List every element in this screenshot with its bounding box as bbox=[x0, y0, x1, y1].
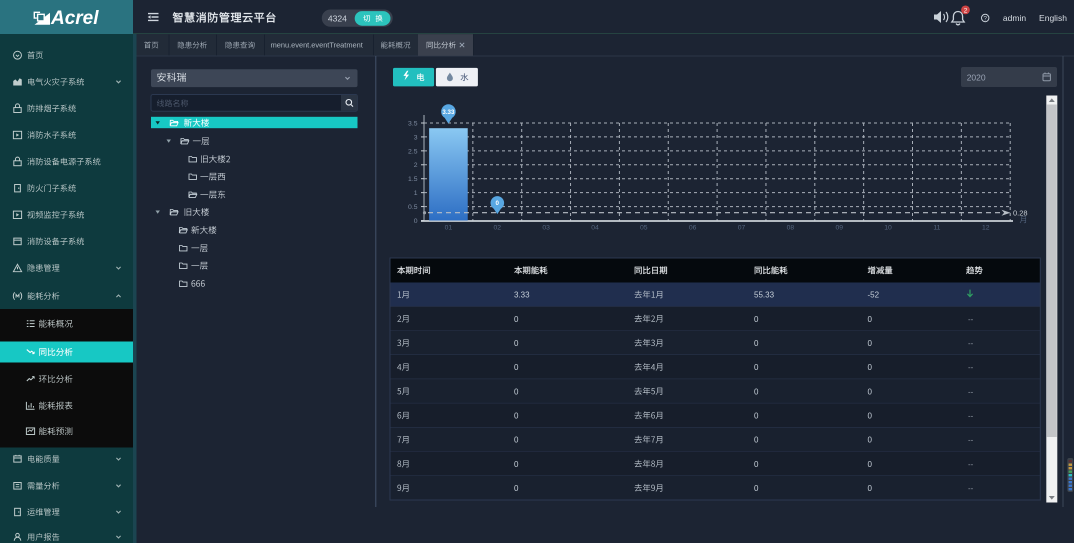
svg-text:1: 1 bbox=[414, 190, 418, 197]
svg-text:--: -- bbox=[968, 460, 974, 469]
svg-text:3.33: 3.33 bbox=[442, 109, 455, 116]
svg-text:English: English bbox=[1039, 13, 1067, 23]
svg-text:--: -- bbox=[968, 339, 974, 348]
svg-text:--: -- bbox=[968, 436, 974, 445]
svg-text:07: 07 bbox=[738, 224, 746, 231]
svg-text:0: 0 bbox=[414, 218, 418, 225]
svg-text:0: 0 bbox=[754, 315, 759, 324]
svg-text:0: 0 bbox=[868, 363, 873, 372]
svg-text:--: -- bbox=[968, 387, 974, 396]
svg-text:0: 0 bbox=[868, 484, 873, 493]
svg-text:--: -- bbox=[968, 411, 974, 420]
svg-text:0: 0 bbox=[754, 460, 759, 469]
svg-text:-52: -52 bbox=[868, 291, 880, 300]
svg-text:1.5: 1.5 bbox=[408, 176, 418, 183]
svg-text:0: 0 bbox=[514, 484, 519, 493]
svg-text:Acrel: Acrel bbox=[50, 8, 99, 29]
svg-text:04: 04 bbox=[591, 224, 599, 231]
svg-text:09: 09 bbox=[835, 224, 843, 231]
svg-text:0.5: 0.5 bbox=[408, 204, 418, 211]
svg-text:0: 0 bbox=[754, 411, 759, 420]
svg-text:01: 01 bbox=[445, 224, 453, 231]
svg-text:3: 3 bbox=[414, 134, 418, 141]
svg-text:0: 0 bbox=[514, 411, 519, 420]
svg-text:05: 05 bbox=[640, 224, 648, 231]
svg-text:0: 0 bbox=[514, 363, 519, 372]
svg-text:?: ? bbox=[983, 16, 987, 23]
svg-text:--: -- bbox=[968, 484, 974, 493]
svg-text:08: 08 bbox=[787, 224, 795, 231]
svg-text:3.33: 3.33 bbox=[514, 291, 530, 300]
svg-text:menu.event.eventTreatment: menu.event.eventTreatment bbox=[271, 41, 363, 50]
svg-text:0: 0 bbox=[514, 339, 519, 348]
svg-text:2020: 2020 bbox=[967, 72, 986, 82]
svg-text:admin: admin bbox=[1003, 13, 1026, 23]
svg-text:0: 0 bbox=[754, 436, 759, 445]
svg-text:0: 0 bbox=[868, 387, 873, 396]
svg-text:4324: 4324 bbox=[328, 13, 347, 23]
svg-text:2: 2 bbox=[414, 162, 418, 169]
svg-text:12: 12 bbox=[982, 224, 990, 231]
svg-text:0.28: 0.28 bbox=[1013, 208, 1028, 217]
svg-text:02: 02 bbox=[493, 224, 501, 231]
svg-text:0: 0 bbox=[754, 387, 759, 396]
svg-text:--: -- bbox=[968, 363, 974, 372]
svg-text:--: -- bbox=[968, 315, 974, 324]
svg-text:55.33: 55.33 bbox=[754, 291, 775, 300]
svg-text:0: 0 bbox=[754, 484, 759, 493]
svg-text:0: 0 bbox=[514, 387, 519, 396]
svg-text:3.5: 3.5 bbox=[408, 120, 418, 127]
svg-text:10: 10 bbox=[884, 224, 892, 231]
svg-text:2.5: 2.5 bbox=[408, 148, 418, 155]
svg-text:0: 0 bbox=[514, 315, 519, 324]
svg-text:0: 0 bbox=[754, 339, 759, 348]
svg-text:0: 0 bbox=[754, 363, 759, 372]
svg-text:0: 0 bbox=[496, 200, 500, 207]
svg-text:06: 06 bbox=[689, 224, 697, 231]
svg-text:0: 0 bbox=[868, 339, 873, 348]
svg-text:2: 2 bbox=[964, 7, 968, 14]
svg-text:0: 0 bbox=[868, 411, 873, 420]
svg-text:0: 0 bbox=[868, 460, 873, 469]
svg-text:0: 0 bbox=[868, 436, 873, 445]
svg-text:0: 0 bbox=[868, 315, 873, 324]
svg-text:0: 0 bbox=[514, 460, 519, 469]
svg-text:03: 03 bbox=[542, 224, 550, 231]
svg-text:0: 0 bbox=[514, 436, 519, 445]
svg-text:11: 11 bbox=[933, 224, 940, 231]
